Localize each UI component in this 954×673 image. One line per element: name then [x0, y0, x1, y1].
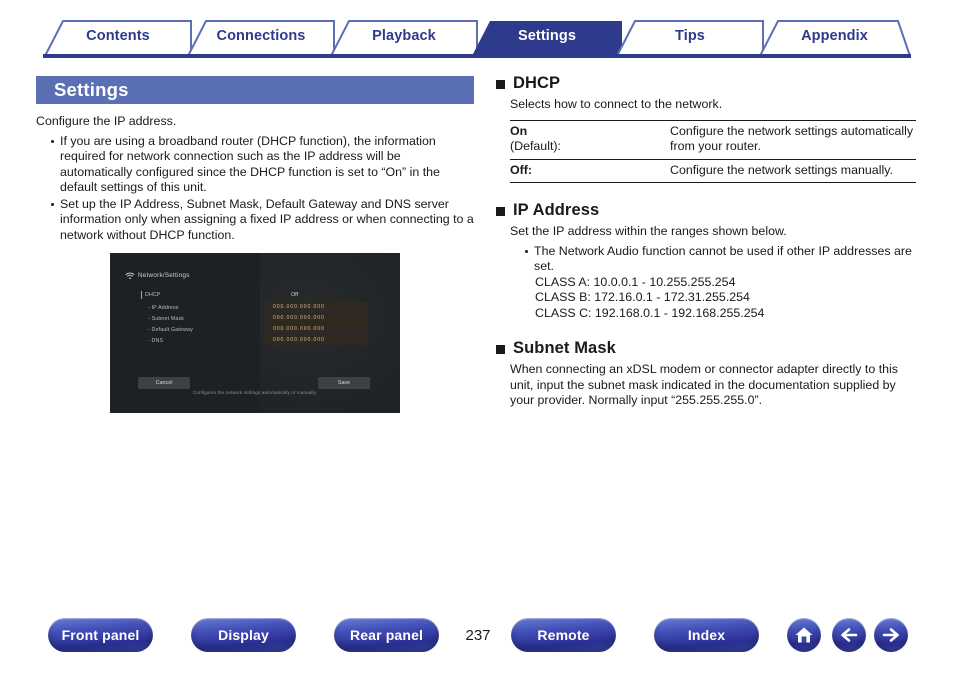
dhcp-option-on-subkey: (Default):	[510, 139, 561, 153]
row-accent-bar	[141, 291, 143, 299]
dhcp-option-table: On (Default): Configure the network sett…	[510, 119, 916, 184]
ip-address-intro: Set the IP address within the ranges sho…	[510, 224, 787, 238]
tab-settings-label: Settings	[518, 28, 576, 44]
device-save-button-label: Save	[337, 380, 351, 386]
display-button-label: Display	[218, 627, 269, 643]
square-bullet-icon	[496, 80, 505, 89]
tab-appendix[interactable]: Appendix	[758, 18, 911, 56]
device-row-value-dhcp[interactable]: Off	[291, 292, 298, 298]
device-row-label-dns: - DNS	[148, 338, 164, 344]
section-banner: Settings	[36, 76, 474, 104]
device-field-value-ip-address: 000.000.000.000	[273, 304, 325, 310]
home-icon	[795, 627, 813, 643]
device-field-value-dns: 000.000.000.000	[273, 337, 325, 343]
arrow-right-icon	[882, 628, 899, 642]
subnet-mask-body: When connecting an xDSL modem or connect…	[496, 362, 916, 409]
table-row: Off: Configure the network settings manu…	[510, 158, 916, 183]
rear-panel-button-label: Rear panel	[349, 627, 424, 643]
back-button[interactable]	[832, 618, 866, 652]
left-column: Settings Configure the IP address. If yo…	[36, 76, 474, 244]
tab-playback-label: Playback	[372, 28, 436, 44]
ip-address-bullet-list: The Network Audio function cannot be use…	[510, 244, 916, 275]
remote-button[interactable]: Remote	[511, 618, 616, 652]
device-field-value-default-gateway: 000.000.000.000	[273, 326, 325, 332]
tab-contents-label: Contents	[86, 28, 150, 44]
front-panel-button[interactable]: Front panel	[48, 618, 153, 652]
device-field-value-subnet-mask: 000.000.000.000	[273, 315, 325, 321]
heading-dhcp-label: DHCP	[513, 74, 561, 92]
index-button-label: Index	[687, 627, 726, 643]
table-cell-value: Configure the network settings automatic…	[670, 119, 916, 159]
tab-appendix-label: Appendix	[801, 28, 868, 44]
tab-bar-baseline	[43, 54, 911, 58]
dhcp-body: Selects how to connect to the network. O…	[496, 97, 916, 183]
device-row-label-dhcp: DHCP	[145, 292, 161, 298]
heading-subnet-mask-label: Subnet Mask	[513, 339, 616, 357]
dhcp-option-off-key: Off:	[510, 162, 533, 177]
list-item: Set up the IP Address, Subnet Mask, Defa…	[51, 197, 474, 244]
tab-contents[interactable]: Contents	[43, 18, 193, 56]
device-cancel-button[interactable]: Cancel	[138, 377, 190, 389]
ip-address-body: Set the IP address within the ranges sho…	[496, 224, 916, 321]
ip-class-ranges: CLASS A: 10.0.0.1 - 10.255.255.254 CLASS…	[510, 275, 916, 322]
square-bullet-icon	[496, 345, 505, 354]
right-column: DHCP Selects how to connect to the netwo…	[496, 74, 916, 409]
index-button[interactable]: Index	[654, 618, 759, 652]
list-item: If you are using a broadband router (DHC…	[51, 134, 474, 196]
tab-connections-label: Connections	[216, 28, 306, 44]
tab-playback[interactable]: Playback	[329, 18, 479, 56]
arrow-left-icon	[841, 628, 858, 642]
footer-navigation: Front panel Display Rear panel 237 Remot…	[0, 616, 954, 666]
wifi-icon	[125, 272, 135, 280]
page-title: Settings	[54, 79, 129, 100]
device-screen-figure: Network/Settings DHCP Off - IP Address 0…	[110, 253, 400, 413]
device-field-default-gateway[interactable]: 000.000.000.000	[265, 324, 368, 334]
subnet-mask-text: When connecting an xDSL modem or connect…	[510, 362, 898, 407]
dhcp-option-on-key: On	[510, 123, 528, 138]
tab-settings[interactable]: Settings	[472, 18, 622, 56]
heading-subnet-mask: Subnet Mask	[496, 339, 916, 358]
heading-ip-address: IP Address	[496, 201, 916, 220]
left-bullet-list: If you are using a broadband router (DHC…	[36, 134, 474, 244]
device-save-button[interactable]: Save	[318, 377, 370, 389]
home-button[interactable]	[787, 618, 821, 652]
device-row-label-default-gateway: - Default Gateway	[148, 327, 193, 333]
tab-tips-label: Tips	[675, 28, 705, 44]
heading-ip-address-label: IP Address	[513, 201, 600, 219]
remote-button-label: Remote	[537, 627, 590, 643]
ip-class-c: CLASS C: 192.168.0.1 - 192.168.255.254	[535, 305, 765, 320]
tab-tips[interactable]: Tips	[615, 18, 765, 56]
tab-connections[interactable]: Connections	[186, 18, 336, 56]
ip-class-a: CLASS A: 10.0.0.1 - 10.255.255.254	[535, 274, 736, 289]
page-number: 237	[465, 627, 491, 644]
table-cell-value: Configure the network settings manually.	[670, 158, 916, 183]
device-cancel-button-label: Cancel	[155, 380, 173, 386]
device-screen-caption: Configures the network settings automati…	[192, 390, 318, 395]
device-field-subnet-mask[interactable]: 000.000.000.000	[265, 313, 368, 323]
table-cell-key: Off:	[510, 158, 670, 183]
dhcp-intro: Selects how to connect to the network.	[510, 97, 723, 111]
device-row-label-ip-address: - IP Address	[148, 305, 179, 311]
forward-button[interactable]	[874, 618, 908, 652]
device-screen-title: Network/Settings	[138, 272, 190, 279]
rear-panel-button[interactable]: Rear panel	[334, 618, 439, 652]
table-cell-key: On (Default):	[510, 119, 670, 159]
device-field-ip-address[interactable]: 000.000.000.000	[265, 302, 368, 312]
table-row: On (Default): Configure the network sett…	[510, 119, 916, 159]
list-item: The Network Audio function cannot be use…	[525, 244, 916, 275]
ip-class-b: CLASS B: 172.16.0.1 - 172.31.255.254	[535, 290, 750, 304]
front-panel-button-label: Front panel	[61, 627, 140, 643]
heading-dhcp: DHCP	[496, 74, 916, 93]
display-button[interactable]: Display	[191, 618, 296, 652]
square-bullet-icon	[496, 207, 505, 216]
device-field-dns[interactable]: 000.000.000.000	[265, 335, 368, 345]
device-row-label-subnet-mask: - Subnet Mask	[148, 316, 185, 322]
intro-text: Configure the IP address.	[36, 114, 177, 128]
